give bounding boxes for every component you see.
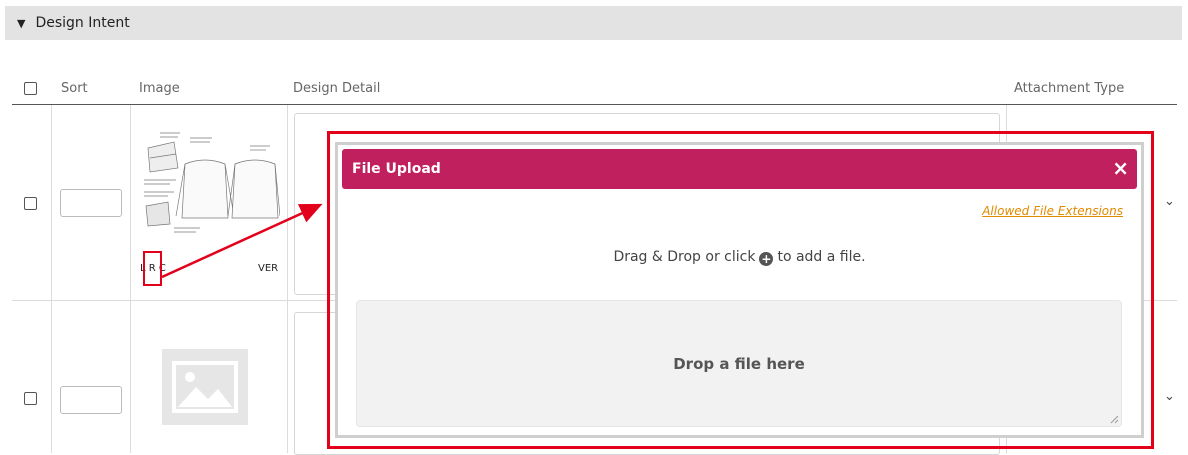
drag-drop-instruction: Drag & Drop or click + to add a file. [338,249,1141,266]
dialog-header[interactable]: File Upload × [342,149,1137,189]
resize-handle-icon[interactable] [1109,414,1119,424]
instruction-after: to add a file. [777,249,866,265]
allowed-file-extensions-link[interactable]: Allowed File Extensions [982,204,1123,218]
instruction-before: Drag & Drop or click [613,249,756,265]
file-dropzone[interactable]: Drop a file here [356,300,1122,427]
add-file-plus-icon[interactable]: + [759,252,774,266]
dialog-title: File Upload [352,161,441,177]
close-icon[interactable]: × [1112,156,1129,180]
dropzone-label: Drop a file here [673,354,805,373]
file-upload-dialog: File Upload × Allowed File Extensions Dr… [335,142,1144,438]
